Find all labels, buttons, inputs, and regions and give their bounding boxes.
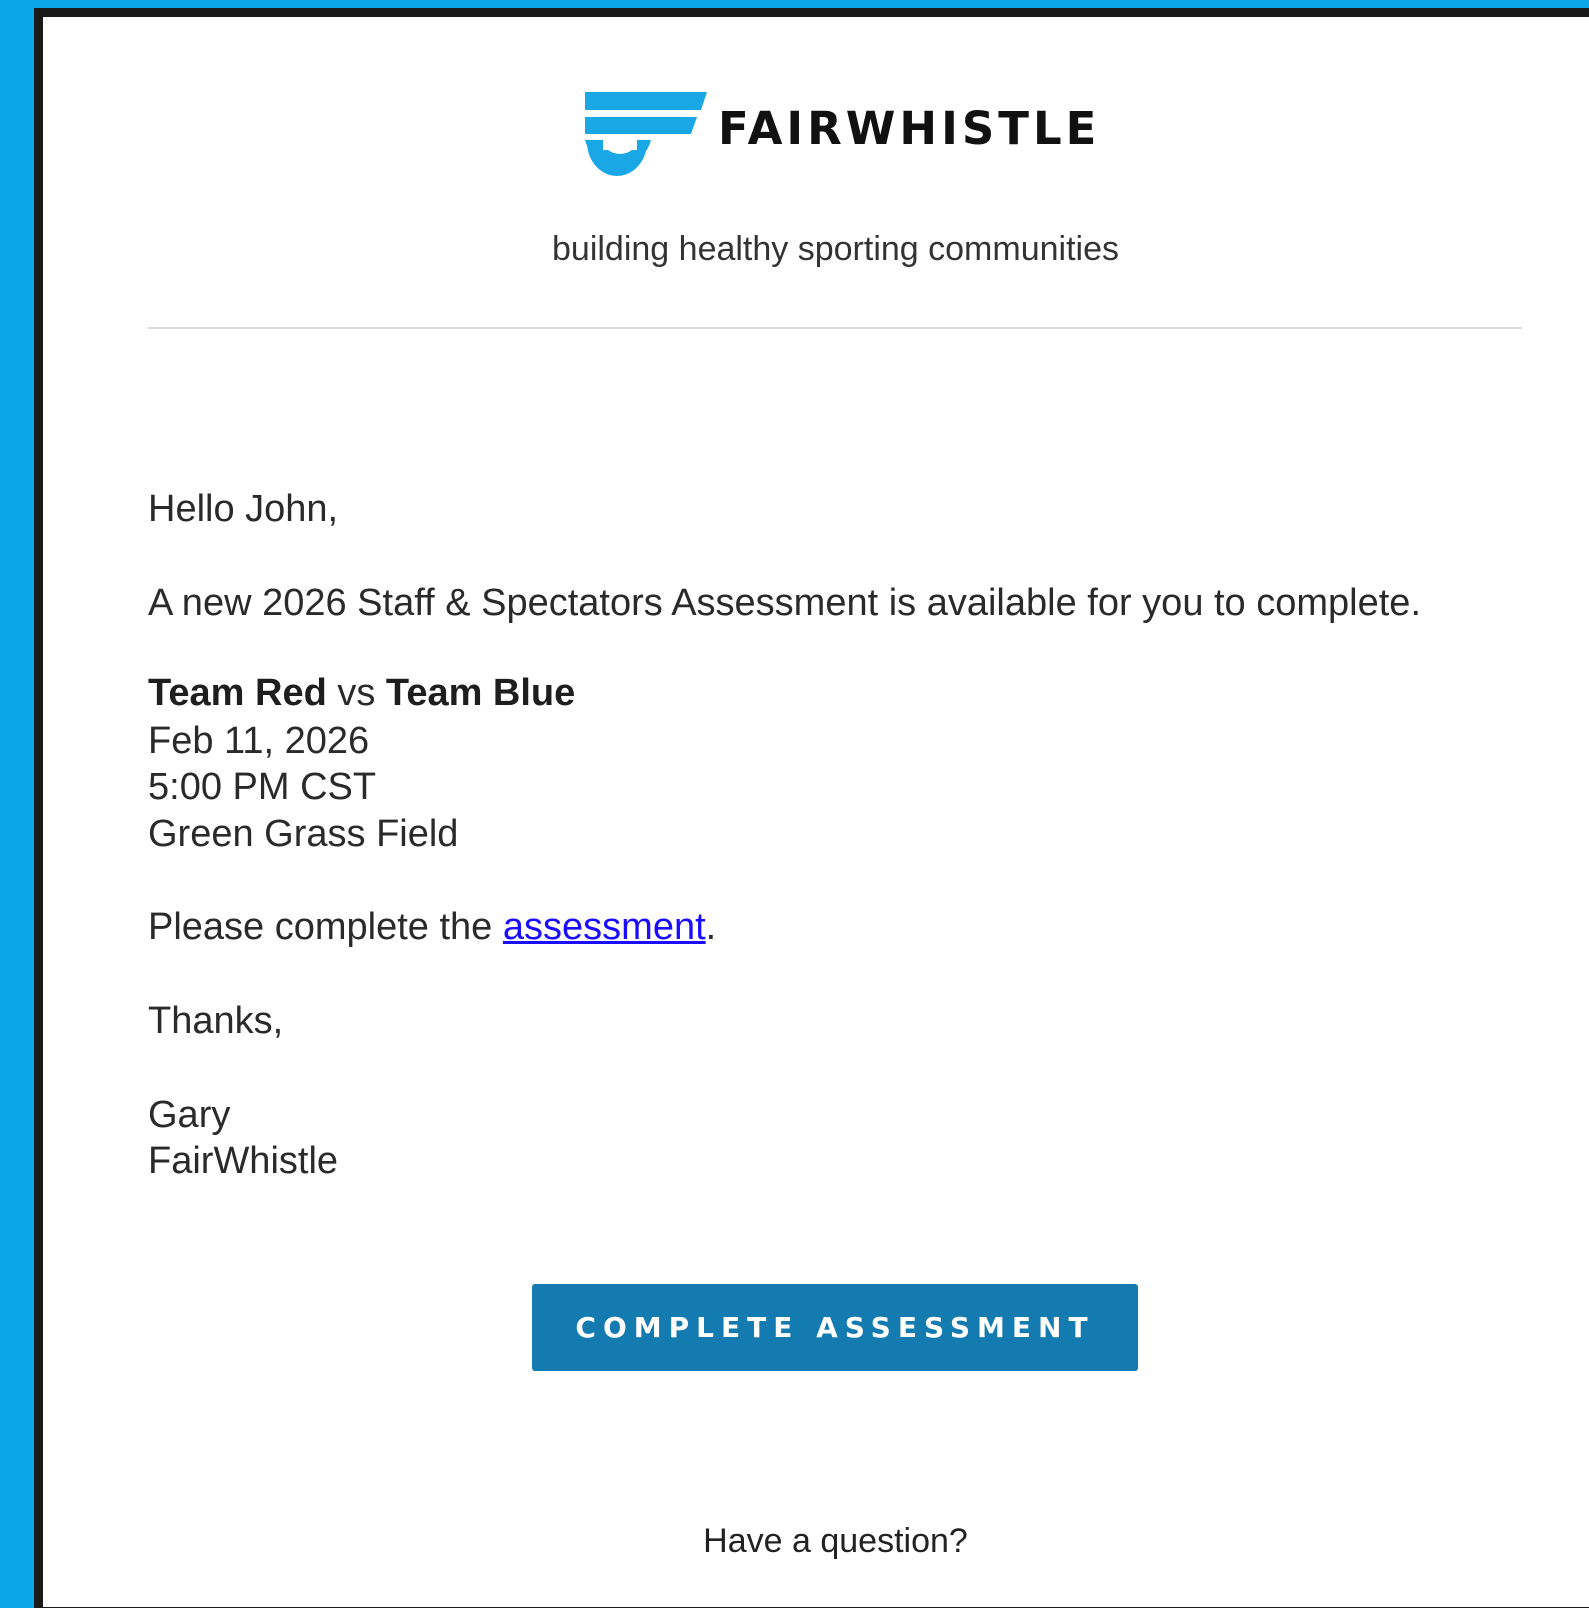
match-date: Feb 11, 2026 (148, 720, 370, 762)
signoff: Thanks, (148, 1000, 284, 1042)
team-b: Team Blue (385, 672, 576, 714)
whistle-logo-icon (585, 92, 707, 176)
sender-name: Gary (148, 1094, 231, 1136)
footer-question: Have a question? (703, 1522, 968, 1560)
assessment-link[interactable]: assessment (503, 906, 706, 948)
cta-sentence-suffix: . (705, 906, 717, 948)
brand-logo: FAIRWHISTLE (585, 90, 1105, 180)
brand-wordmark: FAIRWHISTLE (718, 102, 1101, 155)
team-a: Team Red (148, 672, 327, 714)
sender-org: FairWhistle (148, 1140, 339, 1182)
greeting: Hello John, (148, 488, 339, 530)
brand-tagline: building healthy sporting communities (552, 230, 1119, 268)
intro-text: A new 2026 Staff & Spectators Assessment… (148, 582, 1421, 624)
cta-sentence-prefix: Please complete the (148, 906, 493, 948)
header-divider (148, 327, 1522, 329)
cta-sentence: Please complete the assessment. (148, 904, 716, 950)
versus-label: vs (337, 672, 376, 714)
match-teams: Team Red vs Team Blue (148, 670, 575, 716)
match-venue: Green Grass Field (148, 813, 459, 855)
match-time: 5:00 PM CST (148, 766, 377, 808)
complete-assessment-button[interactable]: COMPLETE ASSESSMENT (532, 1284, 1138, 1371)
